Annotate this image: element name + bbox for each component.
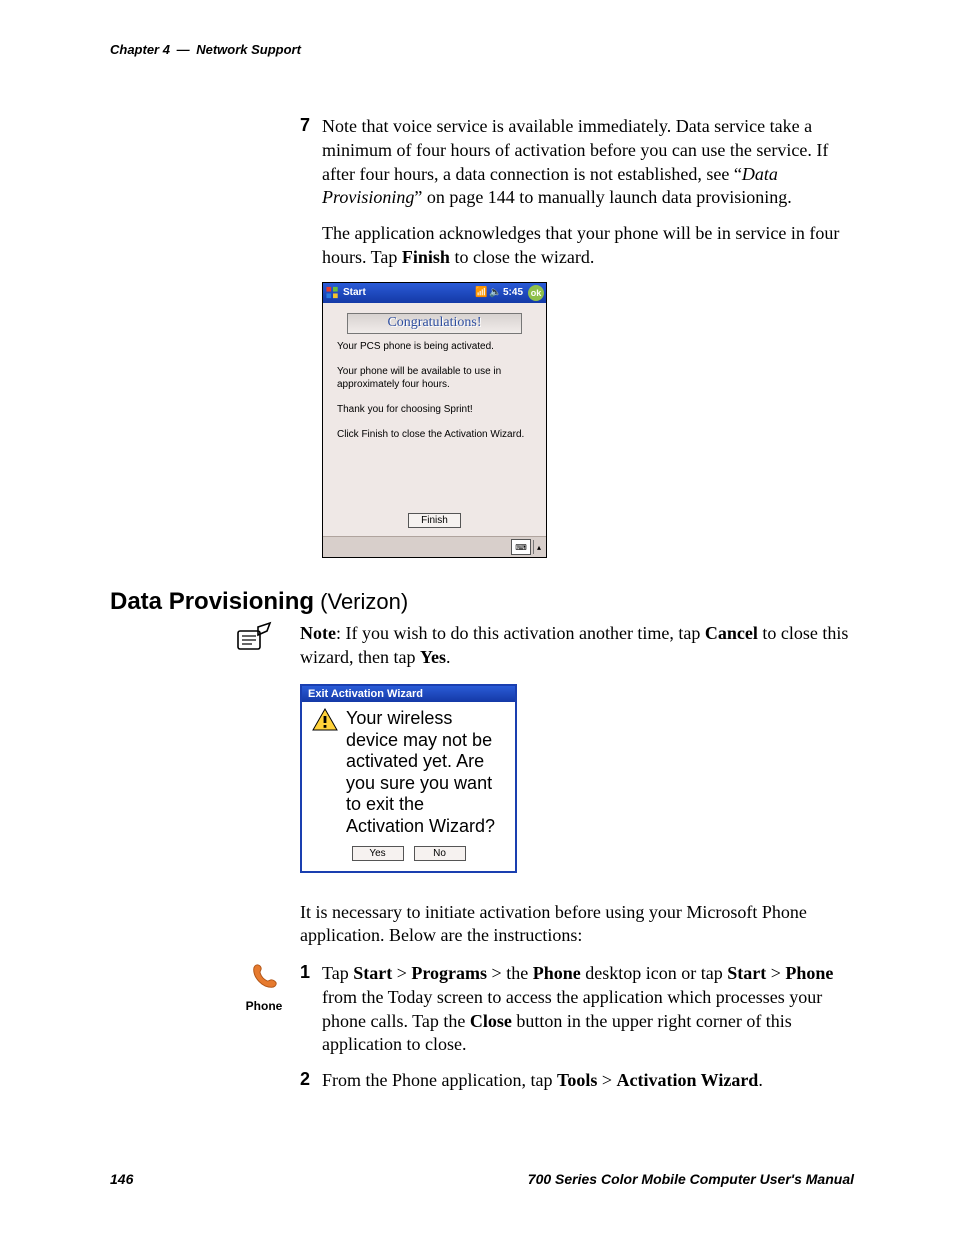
text: : If you wish to do this activation anot… [336,623,705,643]
step-1: 1 Tap Start > Programs > the Phone deskt… [300,962,854,1057]
phone-ref: Phone [533,963,581,983]
speaker-icon: 🔈 [489,287,501,298]
text: From the Phone application, tap [322,1070,557,1090]
running-head-title: Network Support [196,42,301,57]
exit-dialog: Exit Activation Wizard Your wireless dev… [300,684,517,873]
ok-button[interactable]: ok [528,285,544,301]
wm-client-area: Congratulations! Your PCS phone is being… [323,303,546,558]
close-ref: Close [470,1011,512,1031]
intro-paragraph: It is necessary to initiate activation b… [300,901,854,949]
msg-line: Thank you for choosing Sprint! [337,403,532,416]
screenshot-congratulations: Start 📶 🔈 5:45 ok Congratulations! [322,282,854,559]
start-ref: Start [353,963,392,983]
text: desktop icon or tap [581,963,727,983]
step-7-para-2: The application acknowledges that your p… [322,222,854,270]
step-number: 2 [300,1069,310,1090]
step-2: 2 From the Phone application, tap Tools … [300,1069,854,1093]
wm-bottombar: ⌨ ▴ [323,536,546,557]
section-title-thin: (Verizon) [314,589,408,614]
start-ref2: Start [727,963,766,983]
running-head-chapter: Chapter 4 [110,42,170,57]
body-column: 7 Note that voice service is available i… [300,115,854,558]
phone-desktop-icon: Phone [234,962,294,1013]
yes-button[interactable]: Yes [352,846,404,861]
yes-ref: Yes [420,647,446,667]
page-number: 146 [110,1171,133,1187]
step-1-para: Tap Start > Programs > the Phone desktop… [322,962,854,1057]
screenshot-exit-dialog: Exit Activation Wizard Your wireless dev… [300,684,854,873]
instruction-list: 1 Tap Start > Programs > the Phone deskt… [300,962,854,1093]
congratulations-banner: Congratulations! [347,313,522,334]
windows-flag-icon[interactable] [325,285,341,300]
menu-up-icon[interactable]: ▴ [533,540,544,554]
phone-ref2: Phone [785,963,833,983]
msg-line: Your phone will be available to use in a… [337,365,532,391]
page: Chapter 4 — Network Support 7 Note that … [0,0,954,1235]
text: > the [487,963,533,983]
finish-ref: Finish [402,247,450,267]
note-paragraph: Note: If you wish to do this activation … [300,622,854,670]
start-label[interactable]: Start [343,287,366,298]
text: Your wireless device may not be activate… [346,708,505,838]
signal-icon: 📶 [475,287,487,298]
warning-icon [312,708,338,732]
msg-line: Your PCS phone is being activated. [337,340,532,353]
step-2-para: From the Phone application, tap Tools > … [322,1069,854,1093]
text: > [392,963,411,983]
exit-dialog-text: Your wireless device may not be activate… [346,708,505,838]
running-head-sep: — [174,42,193,57]
text: Tap [322,963,353,983]
no-button[interactable]: No [414,846,466,861]
text: . [446,647,451,667]
step-7: 7 Note that voice service is available i… [300,115,854,558]
exit-dialog-title: Exit Activation Wizard [302,686,515,702]
phone-icon-label: Phone [234,999,294,1013]
manual-title: 700 Series Color Mobile Computer User's … [528,1171,854,1187]
clock: 5:45 [503,287,523,298]
running-head: Chapter 4 — Network Support [110,42,854,57]
text: > [597,1070,616,1090]
text: ” on page 144 to manually launch data pr… [414,187,791,207]
section-title-bold: Data Provisioning [110,588,314,615]
programs-ref: Programs [411,963,487,983]
keyboard-icon[interactable]: ⌨ [511,539,531,555]
page-footer: 146 700 Series Color Mobile Computer Use… [110,1171,854,1187]
step-7-para-1: Note that voice service is available imm… [322,115,854,210]
note-block: Note: If you wish to do this activation … [300,622,854,948]
msg-line: Click Finish to close the Activation Wiz… [337,428,532,441]
step-number: 1 [300,962,310,983]
finish-button[interactable]: Finish [408,513,461,528]
tools-ref: Tools [557,1070,597,1090]
activation-wizard-ref: Activation Wizard [616,1070,758,1090]
section-title-data-provisioning: Data Provisioning (Verizon) [110,588,854,616]
cancel-ref: Cancel [705,623,758,643]
congratulations-message: Your PCS phone is being activated. Your … [323,334,546,442]
note-icon [234,621,272,655]
note-lead: Note [300,623,336,643]
wm-titlebar: Start 📶 🔈 5:45 ok [323,283,546,303]
text: to close the wizard. [450,247,594,267]
step-number: 7 [300,115,310,136]
wm-device: Start 📶 🔈 5:45 ok Congratulations! [322,282,547,559]
text: . [758,1070,763,1090]
text: > [766,963,785,983]
